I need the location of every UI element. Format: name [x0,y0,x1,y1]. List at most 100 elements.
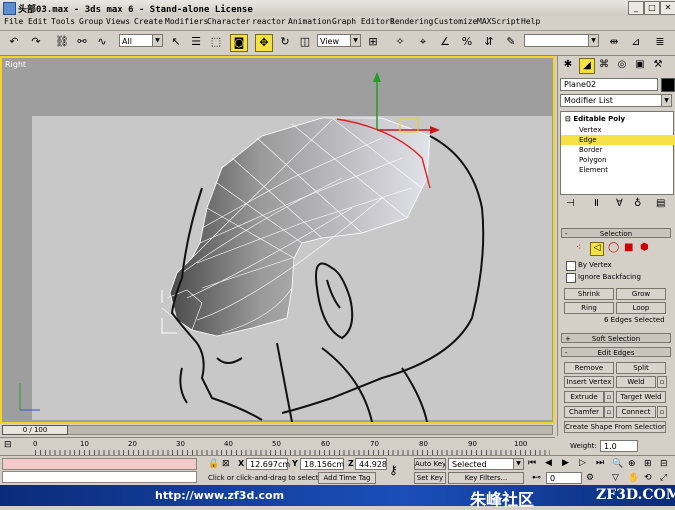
ignore-backfacing-checkbox[interactable] [566,273,576,283]
redo-icon[interactable]: ↷ [28,34,44,50]
modifier-stack[interactable]: ⊟ Editable Poly Vertex Edge Border Polyg… [560,111,675,195]
soft-selection-rollout-header[interactable]: + Soft Selection [561,333,671,343]
go-to-start-icon[interactable]: ⏮ [528,458,536,468]
weight-spinner[interactable]: 1.0 [600,440,638,452]
menu-rendering[interactable]: Rendering [390,17,433,26]
time-slider-thumb[interactable]: 0 / 100 [2,425,68,435]
menu-group[interactable]: Group [79,17,103,26]
current-frame-field[interactable]: 0 [546,472,582,484]
select-and-rotate-icon[interactable]: ↻ [277,34,293,50]
utilities-tab-icon[interactable]: ⚒ [651,58,665,72]
chamfer-button[interactable]: Chamfer [564,406,604,418]
by-vertex-checkbox[interactable] [566,261,576,271]
zoom-extents-all-icon[interactable]: ⊟ [660,459,668,469]
menu-views[interactable]: Views [106,17,130,26]
add-time-tag-button[interactable]: Add Time Tag [318,472,376,484]
spinner-snap-icon[interactable]: ⇵ [481,34,497,50]
arc-rotate-icon[interactable]: ⟲ [644,473,652,483]
polygon-level-icon[interactable]: ■ [624,242,633,253]
weld-settings-button[interactable]: ▫ [657,376,667,388]
stack-item-edge[interactable]: Edge [561,135,675,145]
menu-edit[interactable]: Edit [28,17,47,26]
connect-button[interactable]: Connect [616,406,656,418]
motion-tab-icon[interactable]: ◎ [615,58,629,72]
vertex-level-icon[interactable]: ⁖ [576,243,581,253]
z-coordinate-field[interactable]: 44.928cm [355,458,387,470]
extrude-settings-button[interactable]: ▫ [604,391,614,403]
key-icon[interactable]: ⊟ [4,440,12,450]
maximize-viewport-icon[interactable]: ⤢ [660,473,667,483]
absolute-mode-icon[interactable]: ⊠ [222,459,230,469]
layer-manager-icon[interactable]: ≣ [652,34,668,50]
named-selection-icon[interactable]: ✎ [503,34,519,50]
configure-sets-icon[interactable]: ▤ [656,198,665,209]
undo-icon[interactable]: ↶ [6,34,22,50]
hierarchy-tab-icon[interactable]: ⌘ [597,58,611,72]
fov-icon[interactable]: ▽ [612,473,619,483]
target-weld-button[interactable]: Target Weld [616,391,666,403]
object-color-swatch[interactable] [661,78,675,92]
border-level-icon[interactable]: ◯ [608,242,619,253]
percent-snap-icon[interactable]: % [459,34,475,50]
play-icon[interactable]: ▶ [562,458,569,468]
mirror-icon[interactable]: ⇹ [606,34,622,50]
menu-tools[interactable]: Tools [51,17,75,26]
grow-button[interactable]: Grow [616,288,666,300]
display-tab-icon[interactable]: ▣ [633,58,647,72]
align-icon[interactable]: ⊿ [628,34,644,50]
loop-button[interactable]: Loop [616,302,666,314]
key-mode-dropdown[interactable]: Selected ▼ [448,458,524,470]
make-unique-icon[interactable]: ∀ [616,198,623,209]
angle-snap-icon[interactable]: ∠ [437,34,453,50]
key-mode-toggle-icon[interactable]: ⊷ [532,473,541,483]
key-filters-button[interactable]: Key Filters... [448,472,524,484]
show-end-result-icon[interactable]: Ⅱ [594,198,599,209]
rectangular-selection-icon[interactable]: ⬚ [208,34,224,50]
zoom-icon[interactable]: 🔍 [612,459,623,469]
modify-tab-icon[interactable]: ◢ [579,58,595,74]
bind-space-warp-icon[interactable]: ∿ [94,34,110,50]
pan-icon[interactable]: ✋ [628,473,639,483]
select-manipulate-icon[interactable]: ✧ [392,34,408,50]
y-coordinate-field[interactable]: 18.156cm [300,458,344,470]
select-link-icon[interactable]: ⛓ [54,34,70,50]
edit-edges-rollout-header[interactable]: - Edit Edges [561,347,671,357]
snap-toggle-icon[interactable]: ⌖ [415,34,431,50]
unlink-icon[interactable]: ⚯ [74,34,90,50]
connect-settings-button[interactable]: ▫ [657,406,667,418]
auto-key-button[interactable]: Auto Key [414,458,446,470]
time-configuration-icon[interactable]: ⚙ [586,473,594,483]
go-to-end-icon[interactable]: ⏭ [596,458,604,468]
stack-item-polygon[interactable]: Polygon [561,155,675,165]
remove-button[interactable]: Remove [564,362,614,374]
selection-filter-dropdown[interactable]: All ▼ [119,34,163,47]
previous-frame-icon[interactable]: ◀ [545,458,552,468]
menu-modifiers[interactable]: Modifiers [165,17,208,26]
menu-reactor[interactable]: reactor [252,17,286,26]
menu-character[interactable]: Character [207,17,250,26]
select-and-move-icon[interactable]: ✥ [255,34,273,52]
stack-item-vertex[interactable]: Vertex [561,125,675,135]
object-name-field[interactable]: Plane02 [560,78,658,91]
pin-stack-icon[interactable]: ⊣ [566,198,575,209]
insert-vertex-button[interactable]: Insert Vertex [564,376,614,388]
menu-help[interactable]: Help [521,17,540,26]
select-by-name-icon[interactable]: ☰ [188,34,204,50]
pivot-center-icon[interactable]: ⊞ [365,34,381,50]
stack-root-editable-poly[interactable]: ⊟ Editable Poly [561,114,675,124]
stack-item-element[interactable]: Element [561,165,675,175]
zoom-extents-icon[interactable]: ⊞ [644,459,652,469]
set-key-button[interactable]: Set Key [414,472,446,484]
extrude-button[interactable]: Extrude [564,391,604,403]
menu-customize[interactable]: Customize [434,17,477,26]
modifier-list-dropdown[interactable]: Modifier List ▼ [560,94,672,107]
edge-level-icon[interactable]: ◁ [590,242,604,256]
menu-create[interactable]: Create [134,17,163,26]
zoom-all-icon[interactable]: ⊕ [628,459,636,469]
create-shape-button[interactable]: Create Shape From Selection [564,421,666,433]
viewport-right[interactable]: Right [0,56,555,424]
track-bar[interactable]: ⊟ 0 10 20 30 40 50 60 70 80 90 100 [0,437,555,456]
selection-rollout-header[interactable]: - Selection [561,228,671,238]
reference-coord-dropdown[interactable]: View ▼ [317,34,361,47]
menu-animation[interactable]: Animation [288,17,331,26]
